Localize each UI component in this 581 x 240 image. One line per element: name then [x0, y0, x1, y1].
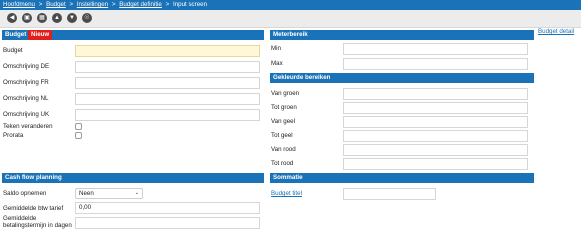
breadcrumb-link-hoofdmenu[interactable]: Hoofdmenu — [3, 1, 35, 8]
max-label: Max — [271, 60, 283, 67]
btw-tarief-label: Gemiddelde btw tarief — [3, 205, 64, 212]
van-groen-label: Van groen — [271, 90, 300, 97]
move-up-button[interactable]: ▲ — [52, 13, 62, 23]
omschrijving-nl-label: Omschrijving NL — [3, 95, 49, 102]
omschrijving-fr-label: Omschrijving FR — [3, 79, 49, 86]
budget-detail-link[interactable]: Budget detail — [538, 28, 574, 35]
omschrijving-de-input[interactable] — [75, 61, 260, 73]
van-rood-input[interactable] — [343, 144, 528, 156]
tot-groen-label: Tot groen — [271, 104, 297, 111]
omschrijving-uk-input[interactable] — [75, 109, 260, 121]
btw-tarief-input[interactable]: 0,00 — [75, 202, 260, 214]
tot-geel-label: Tot geel — [271, 132, 293, 139]
breadcrumb-separator: > — [38, 1, 43, 8]
back-icon: ◀ — [9, 15, 15, 21]
breadcrumb-link-instellingen[interactable]: Instellingen — [77, 1, 108, 8]
saldo-opnemen-select[interactable]: Neen ⌄ — [75, 188, 143, 199]
teken-veranderen-label: Teken veranderen — [3, 123, 53, 130]
min-input[interactable] — [343, 43, 528, 55]
breadcrumb-separator: > — [165, 1, 170, 8]
tot-groen-input[interactable] — [343, 102, 528, 114]
omschrijving-uk-label: Omschrijving UK — [3, 111, 50, 118]
breadcrumb-current: Input screen — [172, 1, 208, 8]
budget-titel-link[interactable]: Budget titel — [271, 190, 302, 197]
budget-label: Budget — [3, 47, 23, 54]
delete-button[interactable]: ▦ — [37, 13, 47, 23]
up-icon: ▲ — [54, 15, 60, 21]
tot-rood-label: Tot rood — [271, 160, 294, 167]
cashflow-panel-title: Cash flow planning — [5, 174, 62, 181]
delete-icon: ▦ — [39, 15, 45, 21]
sommatie-panel-header: Sommatie — [270, 173, 534, 183]
betalingstermijn-input[interactable] — [75, 217, 260, 229]
copy-icon: ☉ — [84, 15, 90, 21]
save-icon: ▣ — [24, 15, 30, 21]
cashflow-panel-header: Cash flow planning — [2, 173, 264, 183]
breadcrumb: Hoofdmenu > Budget > Instellingen > Budg… — [0, 0, 581, 10]
breadcrumb-separator: > — [69, 1, 74, 8]
van-geel-input[interactable] — [343, 116, 528, 128]
breadcrumb-separator: > — [111, 1, 116, 8]
new-badge: Nieuw — [28, 30, 53, 40]
sommatie-panel-title: Sommatie — [273, 174, 303, 181]
move-down-button[interactable]: ▼ — [67, 13, 77, 23]
save-button[interactable]: ▣ — [22, 13, 32, 23]
omschrijving-fr-input[interactable] — [75, 77, 260, 89]
van-groen-input[interactable] — [343, 88, 528, 100]
down-icon: ▼ — [69, 15, 75, 21]
saldo-opnemen-label: Saldo opnemen — [3, 190, 47, 197]
back-button[interactable]: ◀ — [7, 13, 17, 23]
meterbereik-panel-header: Meterbereik — [270, 30, 534, 40]
van-geel-label: Van geel — [271, 118, 295, 125]
copy-button[interactable]: ☉ — [82, 13, 92, 23]
van-rood-label: Van rood — [271, 146, 296, 153]
meterbereik-panel-title: Meterbereik — [273, 31, 308, 38]
budget-panel-title: Budget — [5, 31, 27, 38]
budget-panel-header: Budget Nieuw — [2, 30, 264, 40]
tot-rood-input[interactable] — [343, 158, 528, 170]
chevron-down-icon: ⌄ — [134, 190, 139, 196]
omschrijving-nl-input[interactable] — [75, 93, 260, 105]
budget-titel-input[interactable] — [343, 188, 436, 200]
kleuren-panel-header: Gekleurde bereiken — [270, 73, 534, 83]
prorata-label: Prorata — [3, 132, 24, 139]
prorata-checkbox[interactable] — [75, 132, 82, 139]
budget-input[interactable] — [75, 45, 260, 57]
teken-veranderen-checkbox[interactable] — [75, 123, 82, 130]
max-input[interactable] — [343, 58, 528, 70]
omschrijving-de-label: Omschrijving DE — [3, 63, 50, 70]
saldo-opnemen-value: Neen — [79, 190, 94, 197]
toolbar: ◀ ▣ ▦ ▲ ▼ ☉ — [0, 10, 581, 28]
kleuren-panel-title: Gekleurde bereiken — [273, 74, 331, 81]
breadcrumb-link-budget-definitie[interactable]: Budget definitie — [119, 1, 162, 8]
breadcrumb-link-budget[interactable]: Budget — [46, 1, 66, 8]
tot-geel-input[interactable] — [343, 130, 528, 142]
min-label: Min — [271, 45, 281, 52]
betalingstermijn-label: Gemiddelde betalingstermijn in dagen — [3, 215, 72, 230]
